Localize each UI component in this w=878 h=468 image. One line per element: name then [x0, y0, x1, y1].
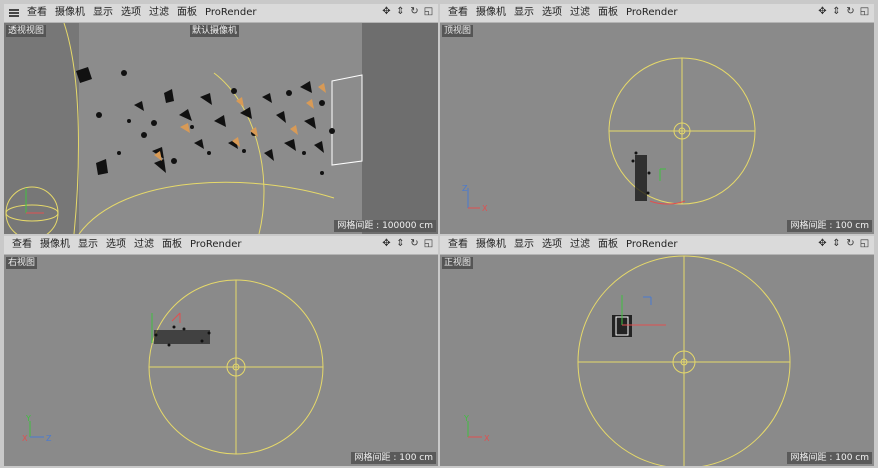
top-view-label: 顶视图: [442, 25, 474, 37]
menu-display[interactable]: 显示: [510, 236, 538, 254]
top-canvas[interactable]: Z X 顶视图 网格间距 : 100 cm: [440, 23, 874, 234]
hamburger-menu-icon[interactable]: [9, 9, 19, 17]
top-scene: Z X: [462, 57, 756, 213]
svg-text:Z: Z: [46, 434, 52, 443]
right-viewport-pane: 查看 摄像机 显示 选项 过滤 面板 ProRender ✥ ⇕ ↻ ◱ Y Z…: [4, 236, 438, 466]
viewport-menubar: 查看 摄像机 显示 选项 过滤 面板 ProRender ✥ ⇕ ↻ ◱: [4, 236, 438, 255]
right-view-label: 右视图: [6, 257, 38, 269]
front-scene: Y X: [463, 255, 791, 466]
move-view-icon[interactable]: ✥: [381, 6, 392, 17]
menu-camera[interactable]: 摄像机: [51, 4, 89, 22]
viewport-menubar: 查看 摄像机 显示 选项 过滤 面板 ProRender ✥ ⇕ ↻ ◱: [440, 4, 874, 23]
svg-text:Y: Y: [25, 414, 31, 423]
front-view-label: 正视图: [442, 257, 474, 269]
grid-spacing-label: 网格间距 : 100000 cm: [334, 220, 436, 232]
menu-prorender[interactable]: ProRender: [186, 236, 245, 254]
svg-text:X: X: [482, 204, 488, 213]
menu-prorender[interactable]: ProRender: [201, 4, 260, 22]
menu-options[interactable]: 选项: [538, 236, 566, 254]
menu-options[interactable]: 选项: [102, 236, 130, 254]
menu-camera[interactable]: 摄像机: [36, 236, 74, 254]
viewport-menubar: 查看 摄像机 显示 选项 过滤 面板 ProRender ✥ ⇕ ↻ ◱: [440, 236, 874, 255]
menu-panel[interactable]: 面板: [173, 4, 201, 22]
scale-view-icon[interactable]: ⇕: [831, 6, 842, 17]
default-camera-label[interactable]: 默认摄像机: [190, 25, 240, 37]
move-view-icon[interactable]: ✥: [817, 6, 828, 17]
menu-display[interactable]: 显示: [74, 236, 102, 254]
svg-text:X: X: [484, 434, 490, 443]
maximize-view-icon[interactable]: ◱: [423, 238, 434, 249]
front-canvas[interactable]: Y X 正视图 网格间距 : 100 cm: [440, 255, 874, 466]
right-canvas[interactable]: Y Z X 右视图 网格间距 : 100 cm: [4, 255, 438, 466]
maximize-view-icon[interactable]: ◱: [859, 6, 870, 17]
svg-text:Z: Z: [462, 184, 468, 193]
menu-view[interactable]: 查看: [8, 236, 36, 254]
perspective-viewport-pane: 查看 摄像机 显示 选项 过滤 面板 ProRender ✥ ⇕ ↻ ◱ 透视视…: [4, 4, 438, 234]
menu-filter[interactable]: 过滤: [566, 4, 594, 22]
grid-spacing-label: 网格间距 : 100 cm: [787, 452, 872, 464]
maximize-view-icon[interactable]: ◱: [859, 238, 870, 249]
menu-prorender[interactable]: ProRender: [622, 236, 681, 254]
front-viewport-pane: 查看 摄像机 显示 选项 过滤 面板 ProRender ✥ ⇕ ↻ ◱ Y X…: [440, 236, 874, 466]
grid-spacing-label: 网格间距 : 100 cm: [787, 220, 872, 232]
rotate-view-icon[interactable]: ↻: [409, 238, 420, 249]
viewport-menubar: 查看 摄像机 显示 选项 过滤 面板 ProRender ✥ ⇕ ↻ ◱: [4, 4, 438, 23]
menu-camera[interactable]: 摄像机: [472, 236, 510, 254]
menu-panel[interactable]: 面板: [594, 4, 622, 22]
menu-options[interactable]: 选项: [538, 4, 566, 22]
rotate-view-icon[interactable]: ↻: [409, 6, 420, 17]
svg-text:X: X: [22, 434, 28, 443]
maximize-view-icon[interactable]: ◱: [423, 6, 434, 17]
scale-view-icon[interactable]: ⇕: [831, 238, 842, 249]
menu-prorender[interactable]: ProRender: [622, 4, 681, 22]
menu-filter[interactable]: 过滤: [566, 236, 594, 254]
menu-panel[interactable]: 面板: [158, 236, 186, 254]
cinema4d-viewport-app: 查看 摄像机 显示 选项 过滤 面板 ProRender ✥ ⇕ ↻ ◱ 透视视…: [0, 0, 878, 468]
menu-options[interactable]: 选项: [117, 4, 145, 22]
perspective-canvas[interactable]: 透视视图 默认摄像机 网格间距 : 100000 cm: [4, 23, 438, 234]
rotate-view-icon[interactable]: ↻: [845, 238, 856, 249]
menu-view[interactable]: 查看: [444, 236, 472, 254]
perspective-scene: [4, 23, 438, 234]
perspective-view-label: 透视视图: [6, 25, 47, 37]
rotate-view-icon[interactable]: ↻: [845, 6, 856, 17]
menu-view[interactable]: 查看: [23, 4, 51, 22]
grid-spacing-label: 网格间距 : 100 cm: [351, 452, 436, 464]
menu-display[interactable]: 显示: [89, 4, 117, 22]
top-viewport-pane: 查看 摄像机 显示 选项 过滤 面板 ProRender ✥ ⇕ ↻ ◱ Z X…: [440, 4, 874, 234]
svg-text:Y: Y: [463, 414, 469, 423]
menu-filter[interactable]: 过滤: [145, 4, 173, 22]
move-view-icon[interactable]: ✥: [817, 238, 828, 249]
menu-view[interactable]: 查看: [444, 4, 472, 22]
move-view-icon[interactable]: ✥: [381, 238, 392, 249]
menu-display[interactable]: 显示: [510, 4, 538, 22]
menu-panel[interactable]: 面板: [594, 236, 622, 254]
menu-filter[interactable]: 过滤: [130, 236, 158, 254]
scale-view-icon[interactable]: ⇕: [395, 6, 406, 17]
right-scene: Y Z X: [22, 279, 324, 455]
scale-view-icon[interactable]: ⇕: [395, 238, 406, 249]
menu-camera[interactable]: 摄像机: [472, 4, 510, 22]
